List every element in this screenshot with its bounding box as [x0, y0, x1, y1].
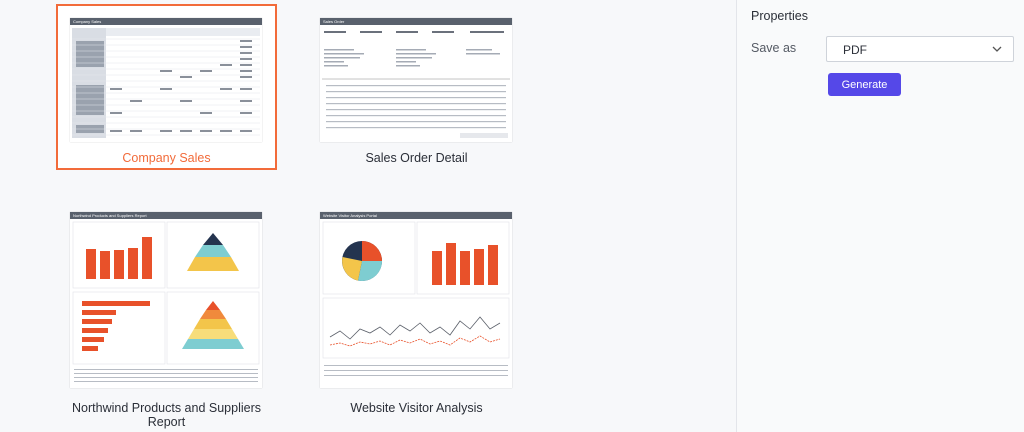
save-as-dropdown[interactable]: PDF	[826, 36, 1014, 62]
report-name[interactable]: Company Sales	[56, 151, 277, 165]
report-card-company-sales[interactable]: Company Sales Company Sales	[56, 4, 277, 170]
sales-order-graphic	[322, 31, 510, 138]
properties-panel: Properties Save as	[736, 0, 1024, 432]
thumbnail-title: Sales Order	[320, 18, 512, 25]
thumbnail-title: Northwind Products and Suppliers Report	[70, 212, 262, 219]
save-as-label: Save as	[751, 41, 797, 55]
save-as-value: PDF	[843, 43, 867, 57]
thumbnail-sales-order: Sales Order	[320, 18, 512, 142]
thumbnail-title: Website Visitor Analysis Portal	[320, 212, 512, 219]
thumbnail-website-visitor: Website Visitor Analysis Portal	[320, 212, 512, 388]
chevron-down-icon	[992, 46, 1002, 52]
thumbnail-company-sales: Company Sales	[70, 18, 262, 142]
thumbnail-northwind: Northwind Products and Suppliers Report	[70, 212, 262, 388]
generate-button[interactable]: Generate	[828, 73, 901, 96]
report-name[interactable]: Northwind Products and Suppliers Report	[56, 401, 277, 429]
northwind-charts-graphic	[72, 221, 260, 382]
report-name[interactable]: Website Visitor Analysis	[306, 401, 527, 415]
report-gallery: Company Sales Company Sales Sales Order …	[0, 0, 736, 432]
company-sales-table-graphic	[72, 28, 260, 138]
thumbnail-title: Company Sales	[70, 18, 262, 25]
website-visitor-charts-graphic	[322, 221, 510, 376]
properties-title: Properties	[751, 9, 808, 23]
report-card-sales-order-detail[interactable]: Sales Order Sales Order Detail	[306, 4, 527, 170]
report-card-northwind[interactable]: Northwind Products and Suppliers Report	[56, 198, 277, 429]
report-card-website-visitor[interactable]: Website Visitor Analysis Portal Website …	[306, 198, 527, 418]
report-name[interactable]: Sales Order Detail	[306, 151, 527, 165]
